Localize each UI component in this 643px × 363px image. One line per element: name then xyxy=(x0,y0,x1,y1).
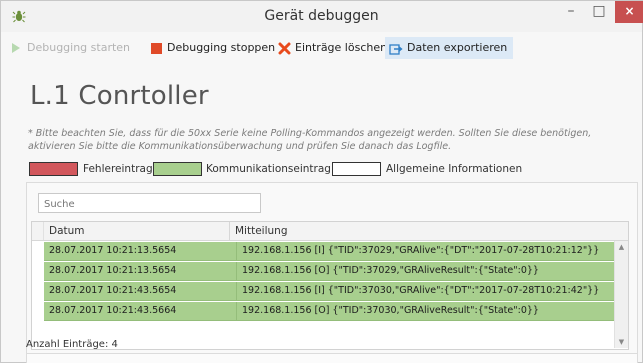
delete-entries-label: Einträge löschen xyxy=(295,41,388,54)
search-input[interactable] xyxy=(38,193,261,213)
row-message: 192.168.1.156 [O] {"TID":37029,"GRAliveR… xyxy=(236,262,624,280)
column-header-date[interactable]: Datum xyxy=(43,222,230,240)
close-button[interactable]: × xyxy=(615,1,643,23)
row-date: 28.07.2017 10:21:13.5654 xyxy=(49,265,177,276)
stop-square-icon xyxy=(149,41,163,55)
legend-swatch-communication xyxy=(153,162,202,176)
delete-entries-button[interactable]: Einträge löschen xyxy=(277,37,387,59)
scroll-down-icon[interactable]: ▼ xyxy=(615,338,628,346)
toolbar: Debugging starten Debugging stoppen Eint… xyxy=(1,37,642,59)
export-data-label: Daten exportieren xyxy=(407,41,508,54)
controller-title: L.1 Conrtoller xyxy=(30,81,209,111)
title-bar[interactable]: Gerät debuggen – □ × xyxy=(1,1,643,32)
legend: Fehlereintrag Kommunikationseintrag Allg… xyxy=(29,162,629,177)
table-header: Datum Mitteilung xyxy=(32,222,628,241)
entry-count: Anzahl Einträge: 4 xyxy=(26,339,118,350)
row-date: 28.07.2017 10:21:13.5654 xyxy=(49,245,177,256)
row-date: 28.07.2017 10:21:43.5664 xyxy=(49,305,177,316)
legend-label-error: Fehlereintrag xyxy=(83,163,153,175)
start-debugging-button[interactable]: Debugging starten xyxy=(9,37,130,59)
vertical-scrollbar[interactable]: ▲ ▼ xyxy=(614,241,628,348)
column-header-message[interactable]: Mitteilung xyxy=(230,222,624,240)
start-debugging-label: Debugging starten xyxy=(27,41,131,54)
legend-label-info: Allgemeine Informationen xyxy=(386,163,523,175)
export-data-button[interactable]: Daten exportieren xyxy=(385,37,514,59)
log-panel: Datum Mitteilung 28.07.2017 10:21:13.565… xyxy=(26,182,638,362)
table-row[interactable]: 28.07.2017 10:21:43.5654 192.168.1.156 [… xyxy=(44,282,625,301)
debug-window: Gerät debuggen – □ × Debugging starten D… xyxy=(0,0,643,363)
legend-swatch-error xyxy=(29,162,78,176)
minimize-button[interactable]: – xyxy=(557,1,585,23)
stop-debugging-button[interactable]: Debugging stoppen xyxy=(149,37,275,59)
row-message: 192.168.1.156 [I] {"TID":37030,"GRAlive"… xyxy=(236,282,624,300)
delete-x-icon xyxy=(277,41,291,55)
row-message: 192.168.1.156 [O] {"TID":37030,"GRAliveR… xyxy=(236,302,624,320)
maximize-button[interactable]: □ xyxy=(585,1,613,23)
info-note: * Bitte beachten Sie, dass für die 50xx … xyxy=(28,128,592,152)
window-title: Gerät debuggen xyxy=(264,8,379,24)
scroll-up-icon[interactable]: ▲ xyxy=(615,243,628,251)
table-row[interactable]: 28.07.2017 10:21:13.5654 192.168.1.156 [… xyxy=(44,262,625,281)
row-message: 192.168.1.156 [I] {"TID":37029,"GRAlive"… xyxy=(236,242,624,260)
export-icon xyxy=(389,41,403,55)
table-row[interactable]: 28.07.2017 10:21:13.5654 192.168.1.156 [… xyxy=(44,242,625,261)
log-table: Datum Mitteilung 28.07.2017 10:21:13.565… xyxy=(31,221,629,350)
detail-panel xyxy=(26,353,638,363)
legend-swatch-info xyxy=(332,162,381,176)
table-row[interactable]: 28.07.2017 10:21:43.5664 192.168.1.156 [… xyxy=(44,302,625,321)
play-icon xyxy=(9,41,23,55)
row-date: 28.07.2017 10:21:43.5654 xyxy=(49,285,177,296)
legend-label-communication: Kommunikationseintrag xyxy=(206,163,331,175)
stop-debugging-label: Debugging stoppen xyxy=(167,41,276,54)
